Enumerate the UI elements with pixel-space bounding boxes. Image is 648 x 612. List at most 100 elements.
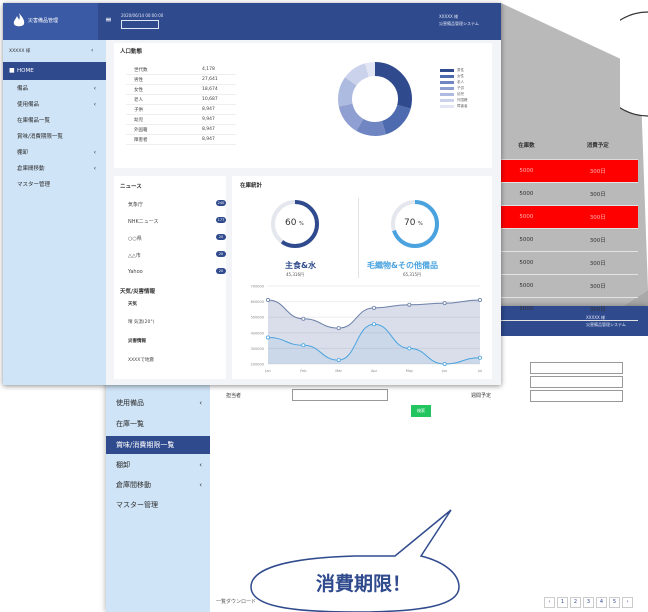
disaster-value: XXXXで地震 — [128, 358, 154, 363]
legend-label: 外国籍 — [457, 98, 468, 102]
series-point — [301, 343, 306, 348]
x-tick-label: Feb — [300, 369, 307, 373]
schedule-label: 週間予定 — [471, 393, 492, 399]
sidebar-item-label: 賞味/消費期限一覧 — [17, 134, 63, 140]
legend-label: 障害者 — [457, 104, 468, 108]
table-cell: 5000 — [495, 297, 558, 321]
logout-button[interactable] — [121, 20, 159, 29]
back-sidebar-item-used[interactable]: 使用備品 ‹ — [106, 394, 210, 412]
series-point — [301, 316, 306, 321]
stock-other-amount: 65,315円 — [403, 272, 421, 277]
stock-area-chart: 700000 600000 500000 400000 300000 200000Jan F… — [251, 285, 483, 374]
back-sidebar-label: 棚卸 — [116, 461, 130, 469]
back-sidebar-label: 在庫一覧 — [116, 420, 144, 428]
page-button[interactable]: 4 — [596, 597, 607, 608]
column-header[interactable]: 消費予定 — [557, 131, 638, 160]
search-button[interactable]: 検索 — [411, 405, 431, 417]
news-count-badge: 177 — [216, 217, 226, 223]
news-item[interactable]: 気象庁 — [128, 201, 143, 208]
population-row-value: 9,947 — [202, 117, 215, 122]
stock-card: 在庫統計 60 % 主食&水 45,316円 70 % 毛織物&その他備品 65… — [232, 176, 492, 379]
table-cell: 5000 — [495, 251, 558, 275]
stock-food-unit: % — [299, 221, 304, 227]
series-point — [266, 298, 271, 303]
header-system-name: 災害備品管理システム — [439, 21, 479, 26]
callout-text: 消費期限！ — [316, 573, 412, 595]
legend-swatch — [440, 105, 454, 108]
sidebar-item-label: マスター管理 — [17, 182, 51, 188]
stock-food-amount: 45,316円 — [286, 272, 304, 277]
population-row-label: 男性 — [134, 78, 143, 83]
weather-title: 天気/災害情報 — [120, 289, 156, 295]
population-row-value: 18,674 — [202, 87, 218, 92]
page-button[interactable]: 3 — [583, 597, 594, 608]
row-divider — [126, 144, 236, 145]
page-button[interactable]: 1 — [557, 597, 568, 608]
news-item[interactable]: ○○県 — [128, 235, 142, 242]
news-item[interactable]: △△市 — [128, 252, 141, 259]
population-row-label: 女性 — [134, 88, 143, 93]
header-account-name: XXXXX 様 — [439, 14, 458, 19]
back-sidebar-item-master[interactable]: マスター管理 — [106, 496, 210, 514]
stock-food-percent: 60 — [285, 218, 297, 228]
page-button[interactable]: 2 — [570, 597, 581, 608]
sidebar-item-home[interactable]: ■ HOME — [3, 62, 106, 80]
stock-title: 在庫統計 — [240, 183, 263, 189]
y-tick-label: 500000 — [251, 316, 264, 320]
page-button[interactable]: › — [622, 597, 633, 608]
chevron-left-icon: ‹ — [199, 399, 202, 407]
table-cell: 5000 — [495, 182, 558, 206]
filter-input-2[interactable] — [530, 376, 623, 388]
y-tick-label: 700000 — [251, 285, 264, 289]
chevron-left-icon[interactable]: ‹ — [91, 47, 93, 54]
stock-other-unit: % — [418, 221, 423, 227]
menu-icon[interactable]: ≡ — [105, 15, 112, 24]
population-title: 人口動態 — [120, 49, 143, 55]
sidebar-item-master[interactable]: マスター管理 — [3, 176, 106, 194]
news-count-badge: 240 — [216, 200, 226, 206]
back-sidebar-item-transfer[interactable]: 倉庫間移動 ‹ — [106, 476, 210, 494]
y-tick-label: 600000 — [251, 300, 264, 304]
back-sidebar-label: 使用備品 — [116, 399, 144, 407]
column-header[interactable]: 在庫数 — [495, 131, 558, 160]
news-card: ニュース 気象庁 240 NHKニュース 177 ○○県 20 △△市 20 Yahoo 20 天… — [114, 176, 226, 379]
table-cell: 300日 — [557, 297, 638, 321]
chevron-left-icon: ‹ — [199, 461, 202, 469]
back-sidebar-item-inventory[interactable]: 棚卸 ‹ — [106, 456, 210, 474]
sidebar-item-label: 棚卸 — [17, 150, 29, 156]
legend-swatch — [440, 99, 454, 102]
news-count-badge: 20 — [216, 251, 226, 257]
population-row-label: 世代数 — [134, 68, 148, 73]
legend-swatch — [440, 93, 454, 96]
stock-other-percent: 70 — [404, 218, 416, 228]
news-item[interactable]: NHKニュース — [128, 218, 159, 225]
weather-value: 晴 気温(20°) — [128, 320, 155, 325]
x-tick-label: Jan — [264, 369, 270, 373]
back-sidebar-item-expiry[interactable]: 賞味/消費期限一覧 — [106, 436, 210, 454]
series-point — [336, 358, 341, 363]
series-point — [442, 301, 447, 306]
table-cell: 300日 — [557, 251, 638, 275]
page-button[interactable]: 5 — [609, 597, 620, 608]
filter-input-3[interactable] — [530, 390, 623, 402]
back-sidebar-item-stock[interactable]: 在庫一覧 — [106, 415, 210, 433]
filter-input-1[interactable] — [530, 362, 623, 374]
series-point — [442, 362, 447, 367]
weather-label: 天気 — [128, 302, 137, 307]
table-cell: 300日 — [557, 159, 638, 183]
table-cell: 300日 — [557, 205, 638, 229]
x-tick-label: Jul — [477, 369, 482, 373]
row-divider — [126, 134, 236, 135]
row-divider — [126, 84, 236, 85]
page-button[interactable]: ‹ — [544, 597, 555, 608]
population-card: 人口動態 世代数 4,178 男性 27,641 女性 18,674 老人 10,687 子供 8… — [114, 43, 492, 168]
legend-swatch — [440, 87, 454, 90]
population-row-value: 27,641 — [202, 77, 218, 82]
assignee-input[interactable] — [292, 389, 388, 401]
table-cell: 5000 — [495, 159, 558, 183]
assignee-label: 担当者 — [226, 393, 242, 399]
population-row-value: 8,947 — [202, 137, 215, 142]
series-point — [477, 298, 482, 303]
logo-area: 災害備品管理 — [3, 3, 98, 40]
news-item[interactable]: Yahoo — [128, 269, 143, 275]
